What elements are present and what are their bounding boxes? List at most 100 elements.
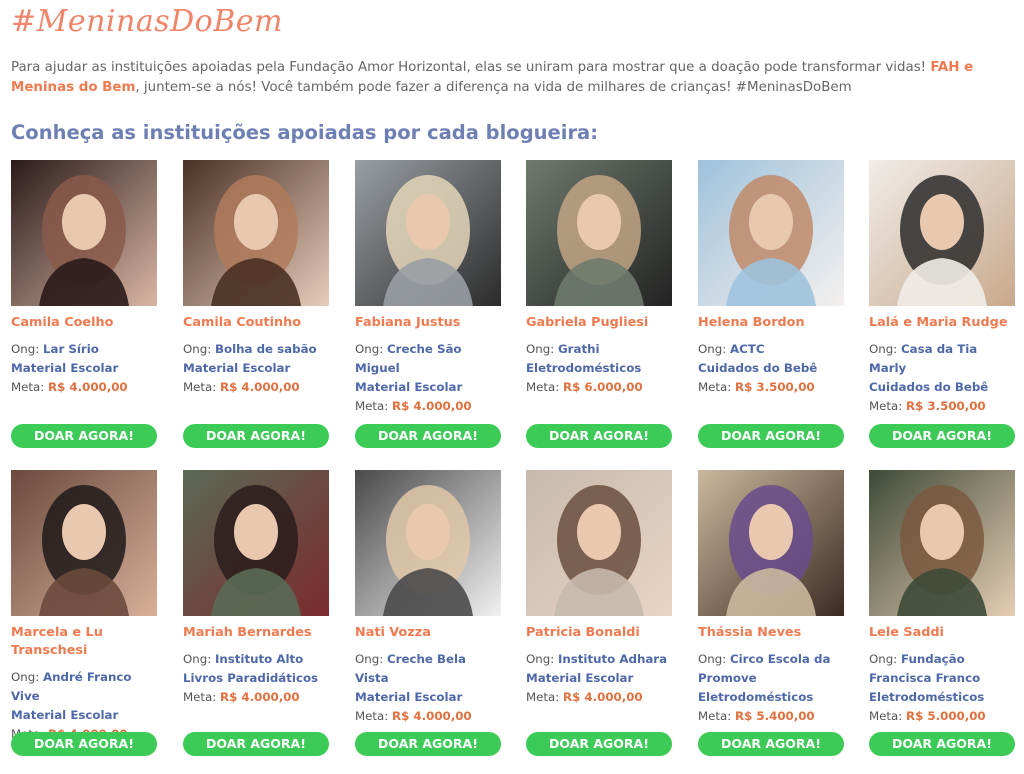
ong-label: Ong:: [183, 342, 212, 356]
donation-info: Ong: Instituto Adhara Material Escolar Met…: [526, 650, 672, 707]
blogger-name[interactable]: Lele Saddi: [869, 624, 1015, 642]
meta-amount: R$ 3.500,00: [906, 399, 986, 413]
donate-button[interactable]: DOAR AGORA!: [355, 424, 501, 448]
meta-amount: R$ 4.000,00: [220, 690, 300, 704]
ong-name[interactable]: ACTC: [730, 342, 765, 356]
blogger-name[interactable]: Camila Coelho: [11, 314, 157, 332]
donation-category: Eletrodomésticos: [698, 690, 814, 704]
meta-label: Meta:: [183, 380, 217, 394]
blogger-name[interactable]: Helena Bordon: [698, 314, 844, 332]
blogger-photo[interactable]: [355, 470, 501, 616]
ong-line: Ong: Fundação Francisca Franco: [869, 650, 1015, 688]
blogger-photo[interactable]: [183, 470, 329, 616]
blogger-card: Gabriela Pugliesi Ong: Grathi Eletrodomést…: [526, 160, 672, 448]
blogger-card: Lalá e Maria Rudge Ong: Casa da Tia Marly…: [869, 160, 1015, 448]
blogger-photo[interactable]: [11, 160, 157, 306]
donate-button[interactable]: DOAR AGORA!: [869, 424, 1015, 448]
donation-info: Ong: Lar Sírio Material Escolar Meta: R$ 4…: [11, 340, 157, 397]
ong-name[interactable]: Instituto Adhara: [558, 652, 667, 666]
donate-button[interactable]: DOAR AGORA!: [355, 732, 501, 756]
donate-button[interactable]: DOAR AGORA!: [698, 732, 844, 756]
meta-label: Meta:: [698, 380, 732, 394]
meta-amount: R$ 6.000,00: [563, 380, 643, 394]
meta-label: Meta:: [11, 380, 45, 394]
meta-line: Meta: R$ 5.400,00: [698, 707, 844, 726]
donation-category: Eletrodomésticos: [869, 690, 985, 704]
donation-info: Ong: Fundação Francisca Franco Eletrodomé…: [869, 650, 1015, 726]
blogger-card: Thássia Neves Ong: Circo Escola da Promov…: [698, 470, 844, 756]
blogger-photo[interactable]: [869, 160, 1015, 306]
blogger-photo[interactable]: [526, 160, 672, 306]
blogger-card: Lele Saddi Ong: Fundação Francisca Franco…: [869, 470, 1015, 756]
donate-button[interactable]: DOAR AGORA!: [526, 424, 672, 448]
ong-line: Ong: Casa da Tia Marly: [869, 340, 1015, 378]
meta-label: Meta:: [869, 399, 903, 413]
ong-line: Ong: ACTC: [698, 340, 844, 359]
donate-button[interactable]: DOAR AGORA!: [183, 732, 329, 756]
donate-button[interactable]: DOAR AGORA!: [11, 424, 157, 448]
donation-info: Ong: Creche Bela Vista Material Escolar Me…: [355, 650, 501, 726]
blogger-name[interactable]: Patricia Bonaldi: [526, 624, 672, 642]
ong-label: Ong:: [869, 652, 898, 666]
donate-button[interactable]: DOAR AGORA!: [183, 424, 329, 448]
donation-category: Material Escolar: [526, 671, 634, 685]
donation-category: Material Escolar: [355, 690, 463, 704]
donation-category: Material Escolar: [183, 361, 291, 375]
donation-category: Cuidados do Bebê: [869, 380, 989, 394]
donation-info: Ong: ACTC Cuidados do Bebê Meta: R$ 3.500,…: [698, 340, 844, 397]
blogger-photo[interactable]: [698, 470, 844, 616]
blogger-name[interactable]: Mariah Bernardes: [183, 624, 329, 642]
blogger-card: Fabiana Justus Ong: Creche São Miguel Mate…: [355, 160, 501, 448]
donation-category: Material Escolar: [11, 708, 119, 722]
blogger-card: Nati Vozza Ong: Creche Bela Vista Material…: [355, 470, 501, 756]
meta-line: Meta: R$ 4.000,00: [355, 707, 501, 726]
meta-line: Meta: R$ 4.000,00: [183, 378, 329, 397]
blogger-photo[interactable]: [183, 160, 329, 306]
ong-line: Ong: Grathi: [526, 340, 672, 359]
meta-line: Meta: R$ 3.500,00: [698, 378, 844, 397]
donate-button[interactable]: DOAR AGORA!: [869, 732, 1015, 756]
meta-amount: R$ 4.000,00: [48, 380, 128, 394]
ong-name[interactable]: Grathi: [558, 342, 600, 356]
meta-amount: R$ 5.000,00: [906, 709, 986, 723]
blogger-card: Patricia Bonaldi Ong: Instituto Adhara Mat…: [526, 470, 672, 756]
ong-name[interactable]: Lar Sírio: [43, 342, 99, 356]
meta-line: Meta: R$ 4.000,00: [183, 688, 329, 707]
blogger-name[interactable]: Marcela e Lu Transchesi: [11, 624, 157, 660]
hashtag-title: #MeninasDoBem: [11, 4, 283, 39]
ong-line: Ong: Creche São Miguel: [355, 340, 501, 378]
blogger-name[interactable]: Camila Coutinho: [183, 314, 329, 332]
ong-line: Ong: Lar Sírio: [11, 340, 157, 359]
blogger-photo[interactable]: [526, 470, 672, 616]
donate-button[interactable]: DOAR AGORA!: [698, 424, 844, 448]
blogger-photo[interactable]: [11, 470, 157, 616]
ong-name[interactable]: Bolha de sabão: [215, 342, 317, 356]
meta-amount: R$ 5.400,00: [735, 709, 815, 723]
donation-info: Ong: Casa da Tia Marly Cuidados do Bebê Me…: [869, 340, 1015, 416]
section-title: Conheça as instituições apoiadas por cad…: [11, 121, 599, 144]
donation-category: Material Escolar: [355, 380, 463, 394]
blogger-photo[interactable]: [355, 160, 501, 306]
ong-label: Ong:: [355, 652, 384, 666]
blogger-card: Camila Coelho Ong: Lar Sírio Material Esco…: [11, 160, 157, 448]
meta-amount: R$ 3.500,00: [735, 380, 815, 394]
blogger-card: Camila Coutinho Ong: Bolha de sabão Materi…: [183, 160, 329, 448]
donate-button[interactable]: DOAR AGORA!: [526, 732, 672, 756]
ong-label: Ong:: [526, 342, 555, 356]
donate-button[interactable]: DOAR AGORA!: [11, 732, 157, 756]
meta-line: Meta: R$ 4.000,00: [526, 688, 672, 707]
intro-paragraph: Para ajudar as instituições apoiadas pel…: [11, 58, 1011, 98]
blogger-name[interactable]: Fabiana Justus: [355, 314, 501, 332]
meta-line: Meta: R$ 4.000,00: [355, 397, 501, 416]
blogger-photo[interactable]: [869, 470, 1015, 616]
donation-info: Ong: Creche São Miguel Material Escolar Me…: [355, 340, 501, 416]
meta-label: Meta:: [698, 709, 732, 723]
blogger-name[interactable]: Nati Vozza: [355, 624, 501, 642]
ong-line: Ong: Instituto Adhara: [526, 650, 672, 669]
blogger-name[interactable]: Lalá e Maria Rudge: [869, 314, 1015, 332]
meta-amount: R$ 4.000,00: [392, 709, 472, 723]
blogger-name[interactable]: Thássia Neves: [698, 624, 844, 642]
blogger-photo[interactable]: [698, 160, 844, 306]
blogger-name[interactable]: Gabriela Pugliesi: [526, 314, 672, 332]
meta-amount: R$ 4.000,00: [392, 399, 472, 413]
